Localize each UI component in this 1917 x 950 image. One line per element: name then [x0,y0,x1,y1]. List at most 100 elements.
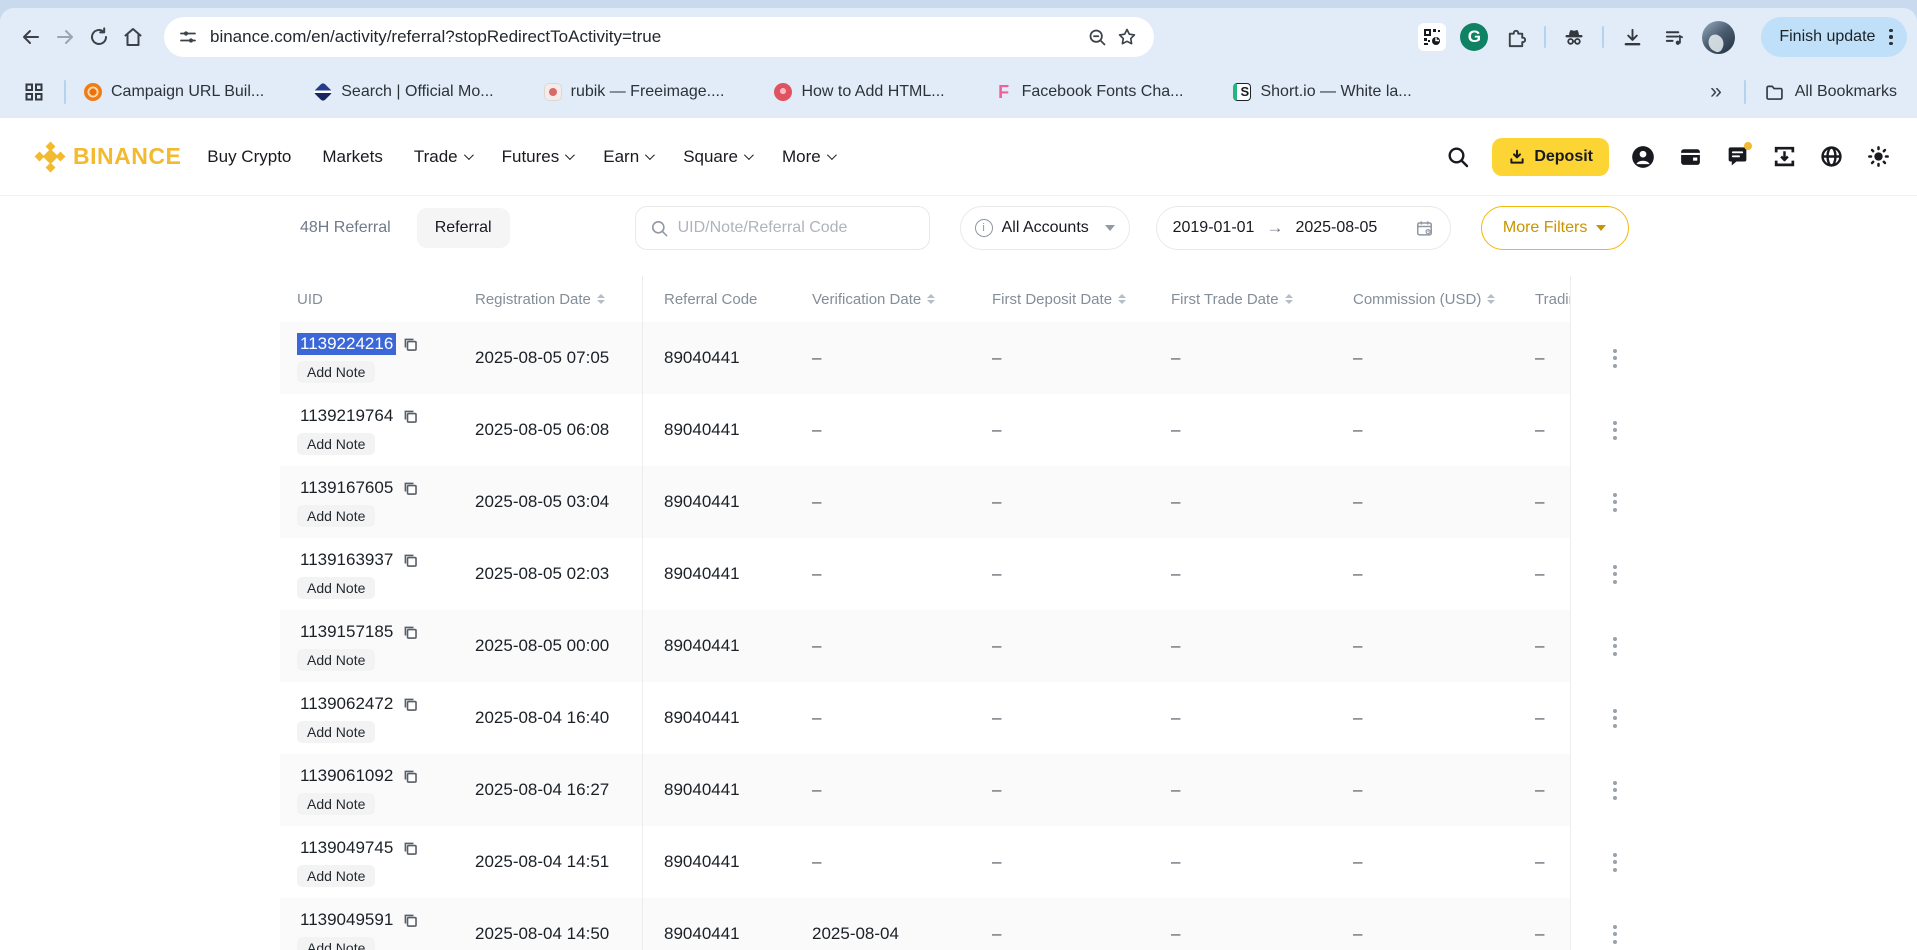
date-range-filter[interactable]: 2019-01-01 → 2025-08-05 [1155,206,1451,250]
extensions-button[interactable] [1502,23,1530,51]
row-menu-button[interactable] [1609,919,1621,950]
bookmark-item[interactable]: Search | Official Mo... [313,82,494,102]
uid-value[interactable]: 1139219764 [297,405,396,427]
nav-item[interactable]: Markets [322,147,382,167]
bookmark-item[interactable]: Short.io — White la... [1233,83,1412,101]
zoom-out-button[interactable] [1082,22,1112,52]
column-header[interactable]: Referral Code [642,291,812,308]
bookmark-item[interactable]: Campaign URL Buil... [84,83,264,101]
add-note-button[interactable]: Add Note [297,649,376,671]
uid-value[interactable]: 1139049745 [297,837,396,859]
add-note-button[interactable]: Add Note [297,361,376,383]
bookmarks-overflow-button[interactable]: » [1706,81,1726,102]
tab-48h-referral[interactable]: 48H Referral [300,219,391,237]
sort-icon[interactable] [927,294,936,304]
apps-button[interactable] [20,78,48,106]
bookmark-star-button[interactable] [1112,22,1142,52]
downloads-button[interactable] [1618,23,1646,51]
copy-icon[interactable] [402,552,419,569]
add-note-button[interactable]: Add Note [297,937,376,950]
language-button[interactable] [1818,144,1844,170]
bookmark-item[interactable]: Facebook Fonts Cha... [995,83,1184,101]
binance-logo[interactable]: BINANCE [34,141,181,172]
copy-icon[interactable] [402,336,419,353]
column-header[interactable]: First Trade Date [1171,291,1353,308]
row-menu-button[interactable] [1609,415,1621,446]
qr-extension-button[interactable] [1418,23,1447,51]
media-controls-button[interactable] [1660,23,1688,51]
copy-icon[interactable] [402,912,419,929]
site-search-button[interactable] [1445,144,1471,170]
uid-value[interactable]: 1139062472 [297,693,396,715]
column-header[interactable]: First Deposit Date [992,291,1171,308]
forward-button[interactable] [48,20,82,54]
grammarly-extension-button[interactable]: G [1460,23,1489,51]
profile-button[interactable] [1630,144,1656,170]
row-menu-button[interactable] [1609,343,1621,374]
uid-value[interactable]: 1139157185 [297,621,396,643]
add-note-button[interactable]: Add Note [297,577,376,599]
all-bookmarks-button[interactable]: All Bookmarks [1764,82,1897,103]
uid-value[interactable]: 1139061092 [297,765,396,787]
reload-button[interactable] [82,20,116,54]
accounts-filter[interactable]: i All Accounts [959,206,1130,250]
copy-icon[interactable] [402,408,419,425]
column-header[interactable]: Verification Date [812,291,992,308]
column-header[interactable]: Commission (USD) [1353,291,1535,308]
uid-value[interactable]: 1139224216 [297,333,397,355]
nav-item[interactable]: Square [683,147,754,167]
column-header[interactable]: Trading [1535,291,1570,308]
add-note-button[interactable]: Add Note [297,793,376,815]
wallet-button[interactable] [1677,144,1703,170]
site-settings-icon[interactable] [178,27,198,47]
add-note-button[interactable]: Add Note [297,433,376,455]
transfer-button[interactable] [1771,144,1797,170]
support-chat-button[interactable] [1724,141,1752,170]
tab-referral[interactable]: Referral [416,208,510,248]
copy-icon[interactable] [402,624,419,641]
browser-menu-icon[interactable] [1885,25,1897,50]
add-note-button[interactable]: Add Note [297,505,376,527]
sort-icon[interactable] [1284,294,1293,304]
add-note-button[interactable]: Add Note [297,865,376,887]
deposit-button[interactable]: Deposit [1492,137,1609,176]
column-header[interactable]: Registration Date [475,291,642,308]
address-bar[interactable]: binance.com/en/activity/referral?stopRed… [164,17,1154,57]
uid-value[interactable]: 1139049591 [297,909,396,931]
nav-item[interactable]: More [782,147,837,167]
nav-item[interactable]: Trade [414,147,474,167]
row-menu-button[interactable] [1609,559,1621,590]
add-note-button[interactable]: Add Note [297,721,376,743]
copy-icon[interactable] [402,840,419,857]
back-button[interactable] [14,20,48,54]
bookmark-item[interactable]: How to Add HTML... [774,83,945,101]
finish-update-button[interactable]: Finish update [1761,17,1907,57]
row-menu-button[interactable] [1609,847,1621,878]
sort-icon[interactable] [596,294,605,304]
sort-icon[interactable] [1118,294,1127,304]
column-header[interactable]: UID [280,291,475,308]
row-menu-button[interactable] [1609,775,1621,806]
uid-value[interactable]: 1139163937 [297,549,396,571]
nav-item[interactable]: Futures [502,147,576,167]
copy-icon[interactable] [402,768,419,785]
bookmark-item[interactable]: rubik — Freeimage.... [543,83,724,101]
more-filters-button[interactable]: More Filters [1480,206,1629,250]
url-text[interactable]: binance.com/en/activity/referral?stopRed… [210,27,1082,47]
nav-item[interactable]: Buy Crypto [207,147,291,167]
search-input[interactable] [677,219,915,237]
sort-icon[interactable] [1487,294,1496,304]
incognito-extension-button[interactable] [1560,23,1588,51]
row-menu-button[interactable] [1609,703,1621,734]
uid-value[interactable]: 1139167605 [297,477,396,499]
first-trade-date-cell: – [1171,708,1181,727]
theme-toggle-button[interactable] [1865,144,1891,170]
copy-icon[interactable] [402,696,419,713]
referral-search[interactable] [634,206,930,250]
home-button[interactable] [116,20,150,54]
profile-avatar[interactable] [1702,20,1736,54]
row-menu-button[interactable] [1609,487,1621,518]
row-menu-button[interactable] [1609,631,1621,662]
nav-item[interactable]: Earn [603,147,656,167]
copy-icon[interactable] [402,480,419,497]
